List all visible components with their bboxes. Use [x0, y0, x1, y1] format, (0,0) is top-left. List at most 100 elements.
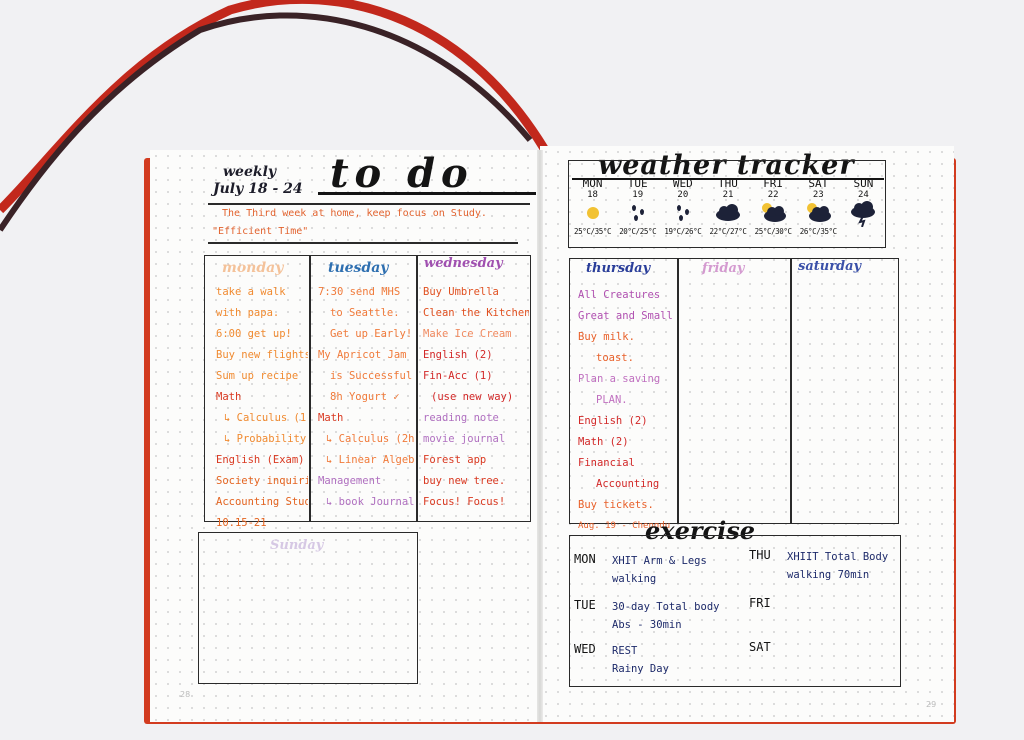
- grid-divider-1: [309, 255, 311, 522]
- weather-date: 18: [587, 190, 598, 200]
- monday-title: monday: [222, 260, 284, 276]
- weather-day-mon: MON 18 25°C/35°C: [570, 178, 615, 237]
- header-big-title: to do: [330, 150, 474, 197]
- weather-day-fri: FRI 22 25°C/30°C: [751, 178, 796, 237]
- list-item: with papa.: [216, 307, 280, 319]
- exercise-row-wed: WED REST Rainy Day: [574, 642, 669, 678]
- rain-icon: [676, 205, 689, 221]
- list-item: Accounting: [596, 478, 660, 490]
- list-item: Plan a saving: [578, 373, 661, 385]
- storm-icon: [851, 201, 876, 227]
- exercise-item: XHIIT Total Body: [787, 551, 889, 563]
- exercise-item: Abs - 30min: [612, 619, 682, 631]
- header-weekly: weekly: [223, 164, 277, 180]
- list-item: Sum up recipe: [216, 370, 299, 382]
- sun-icon: [586, 207, 599, 219]
- list-item: Fin-Acc (1): [423, 370, 493, 382]
- weather-day-label: FRI: [763, 177, 784, 190]
- header-line: [208, 203, 530, 205]
- thursday-title: thursday: [586, 261, 651, 276]
- saturday-title: saturday: [798, 259, 862, 274]
- list-item: Focus! Focus!: [423, 496, 506, 508]
- list-item: buy new tree.: [423, 475, 506, 487]
- list-item: Math: [318, 412, 344, 424]
- list-item: Make Ice Cream: [423, 328, 512, 340]
- exercise-row-mon: MON XHIT Arm & Legs walking: [574, 552, 707, 588]
- sunday-title: Sunday: [270, 538, 324, 553]
- exercise-day: FRI: [749, 596, 771, 610]
- list-item: to Seattle.: [330, 307, 400, 319]
- list-item: English (2): [423, 349, 493, 361]
- header-dates: July 18 - 24: [213, 181, 303, 197]
- book-spine: [537, 150, 543, 722]
- list-item: Buy milk.: [578, 331, 635, 343]
- header-bottom-line: [208, 242, 518, 244]
- weather-date: 22: [767, 190, 779, 200]
- list-item: English (2): [578, 415, 648, 427]
- wednesday-list: Buy Umbrella Clean the Kitchen Make Ice …: [423, 282, 529, 513]
- list-item: 6:00 get up!: [216, 328, 292, 340]
- exercise-day: WED: [574, 642, 596, 656]
- list-item: movie journal: [423, 433, 506, 445]
- weather-day-wed: WED 20 19°C/26°C: [660, 178, 705, 237]
- weather-temp: 25°C/30°C: [754, 227, 792, 236]
- tuesday-list: 7:30 send MHS to Seattle. Get up Early! …: [318, 282, 414, 513]
- rain-icon: [631, 205, 644, 221]
- weather-day-label: MON: [582, 177, 603, 190]
- left-page-number: 28: [180, 690, 191, 699]
- thursday-list: All Creatures Great and Small Buy milk. …: [578, 285, 676, 537]
- weather-day-label: TUE: [627, 177, 648, 190]
- sunday-box: [198, 532, 418, 684]
- list-item: 8h Yogurt ✓: [330, 391, 400, 403]
- exercise-day: SAT: [749, 640, 771, 654]
- exercise-item: Rainy Day: [612, 663, 669, 675]
- list-item: reading note: [423, 412, 499, 424]
- list-item: Society inquiries: [216, 475, 308, 487]
- right-page-number: 29: [926, 700, 937, 709]
- list-item: PLAN.: [596, 394, 628, 406]
- exercise-rows: MON XHIT Arm & Legs walking TUE 30-day Total…: [574, 546, 900, 684]
- list-item: (use new way): [431, 391, 514, 403]
- sun-cloud-icon: [807, 203, 832, 222]
- list-item: Buy Umbrella: [423, 286, 499, 298]
- exercise-row-fri: FRI: [749, 596, 787, 610]
- header-underline: [318, 192, 536, 195]
- list-item: ↳ book Journal ✓: [326, 496, 414, 508]
- grid-divider-4: [790, 258, 792, 524]
- sun-cloud-icon: [762, 203, 787, 222]
- list-item: ↳ Calculus (2h): [326, 433, 414, 445]
- weather-temp: 26°C/35°C: [799, 227, 837, 236]
- list-item: Great and Small: [578, 310, 673, 322]
- exercise-item: 30-day Total body: [612, 601, 720, 613]
- weather-temp: 22°C/27°C: [709, 227, 747, 236]
- weather-temp: 25°C/35°C: [574, 227, 612, 236]
- list-item: Math: [216, 391, 242, 403]
- weather-day-thu: THU 21 22°C/27°C: [705, 178, 750, 237]
- grid-divider-2: [416, 255, 418, 522]
- weather-date: 21: [722, 190, 734, 200]
- exercise-row-sat: SAT: [749, 640, 787, 654]
- list-item: Financial: [578, 457, 635, 469]
- tuesday-title: tuesday: [328, 260, 389, 276]
- list-item: All Creatures: [578, 289, 661, 301]
- weather-day-label: SAT: [808, 177, 829, 190]
- list-item: Management: [318, 475, 382, 487]
- list-item: Clean the Kitchen: [423, 307, 529, 319]
- list-item: Accounting Study: [216, 496, 308, 508]
- list-item: ↳ Probability theory: [224, 433, 308, 445]
- weather-date: 23: [812, 190, 824, 200]
- exercise-item: REST: [612, 645, 638, 657]
- friday-title: friday: [702, 261, 745, 276]
- exercise-day: MON: [574, 552, 596, 566]
- list-item: Forest app: [423, 454, 487, 466]
- exercise-row-thu: THU XHIIT Total Body walking 70min: [749, 548, 888, 584]
- weather-date: 24: [857, 190, 869, 200]
- weather-day-label: THU: [718, 177, 738, 190]
- list-item: 10.15-21: [216, 517, 267, 529]
- list-item: Buy new flights: [216, 349, 308, 361]
- list-item: Buy tickets.: [578, 499, 654, 511]
- list-item: take a walk: [216, 286, 286, 298]
- list-item: toast.: [596, 352, 634, 364]
- list-item: English (Exam): [216, 454, 305, 466]
- exercise-day: THU: [749, 548, 771, 562]
